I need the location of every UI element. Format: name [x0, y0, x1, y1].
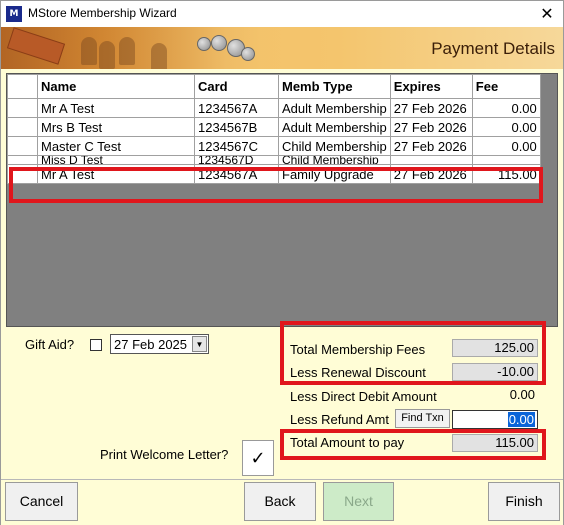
cell-type: Adult Membership	[278, 98, 391, 118]
page-title: Payment Details	[431, 39, 555, 58]
finish-button[interactable]: Finish	[488, 482, 560, 521]
cell-type: Child Membership	[278, 155, 391, 165]
row-selector[interactable]	[7, 155, 38, 165]
cell-name: Mr A Test	[37, 98, 195, 118]
cell-name: Miss D Test	[37, 155, 195, 165]
find-txn-button[interactable]: Find Txn	[395, 409, 450, 428]
banner-figure	[99, 41, 115, 69]
coin-icon	[197, 37, 211, 51]
cell-name: Mrs B Test	[37, 117, 195, 137]
cancel-button-label: Cancel	[19, 493, 64, 509]
cell-card: 1234567C	[194, 136, 279, 156]
chevron-down-icon[interactable]: ▼	[192, 336, 207, 352]
coin-icon	[211, 35, 227, 51]
wizard-window: M MStore Membership Wizard ✕ Payment Det…	[0, 0, 564, 525]
table-row[interactable]: Master C Test 1234567C Child Membership …	[7, 136, 541, 156]
print-welcome-checkbox[interactable]: ✓	[242, 440, 274, 476]
table-row[interactable]: Miss D Test 1234567D Child Membership	[7, 155, 541, 165]
gift-aid-label: Gift Aid?	[25, 337, 75, 352]
coin-icon	[241, 47, 255, 61]
cell-name: Master C Test	[37, 136, 195, 156]
cell-card: 1234567A	[194, 98, 279, 118]
table-header-row: Name Card Memb Type Expires Fee	[7, 74, 541, 99]
gift-aid-date-picker[interactable]: 27 Feb 2025 ▼	[110, 334, 209, 354]
back-button-label: Back	[264, 493, 296, 509]
row-selector[interactable]	[7, 98, 38, 118]
header-banner: Payment Details	[1, 27, 563, 69]
column-header-select	[7, 74, 38, 99]
table-row[interactable]: Mrs B Test 1234567B Adult Membership 27 …	[7, 117, 541, 137]
highlight-box-upgrade-row	[9, 167, 543, 203]
cell-expires	[389, 155, 473, 165]
highlight-box-fees	[280, 321, 546, 385]
close-icon[interactable]: ✕	[531, 2, 563, 26]
app-icon: M	[6, 6, 22, 22]
banner-figure	[119, 37, 135, 65]
next-button-label: Next	[344, 493, 373, 509]
cell-type: Child Membership	[278, 136, 391, 156]
gift-aid-checkbox[interactable]	[90, 339, 102, 351]
cancel-button[interactable]: Cancel	[5, 482, 78, 521]
direct-debit-label: Less Direct Debit Amount	[290, 389, 437, 404]
print-welcome-label: Print Welcome Letter?	[100, 447, 229, 462]
refund-amount-input[interactable]: 0.00	[452, 410, 538, 429]
column-header-fee[interactable]: Fee	[471, 74, 541, 99]
column-header-name[interactable]: Name	[37, 74, 195, 99]
finish-button-label: Finish	[505, 493, 543, 509]
highlight-box-total	[280, 429, 546, 460]
cell-expires: 27 Feb 2026	[389, 136, 473, 156]
cell-fee: 0.00	[471, 98, 541, 118]
column-header-type[interactable]: Memb Type	[278, 74, 391, 99]
title-bar: M MStore Membership Wizard ✕	[1, 1, 563, 27]
cell-card: 1234567D	[194, 155, 279, 165]
direct-debit-value: 0.00	[509, 387, 535, 402]
refund-label: Less Refund Amt	[290, 412, 389, 427]
cell-fee: 0.00	[471, 117, 541, 137]
refund-amount-value: 0.00	[507, 412, 535, 427]
cell-type: Adult Membership	[278, 117, 391, 137]
column-header-expires[interactable]: Expires	[389, 74, 473, 99]
cell-expires: 27 Feb 2026	[389, 117, 473, 137]
cell-fee: 0.00	[471, 136, 541, 156]
cell-card: 1234567B	[194, 117, 279, 137]
banner-figure	[81, 37, 97, 65]
table-row[interactable]: Mr A Test 1234567A Adult Membership 27 F…	[7, 98, 541, 118]
next-button[interactable]: Next	[323, 482, 394, 521]
cell-fee	[471, 155, 541, 165]
row-selector[interactable]	[7, 136, 38, 156]
row-selector[interactable]	[7, 117, 38, 137]
banner-figure	[151, 43, 167, 69]
column-header-card[interactable]: Card	[194, 74, 279, 99]
back-button[interactable]: Back	[244, 482, 316, 521]
cell-expires: 27 Feb 2026	[389, 98, 473, 118]
gift-aid-date-value: 27 Feb 2025	[114, 337, 188, 352]
window-title: MStore Membership Wizard	[28, 6, 177, 20]
